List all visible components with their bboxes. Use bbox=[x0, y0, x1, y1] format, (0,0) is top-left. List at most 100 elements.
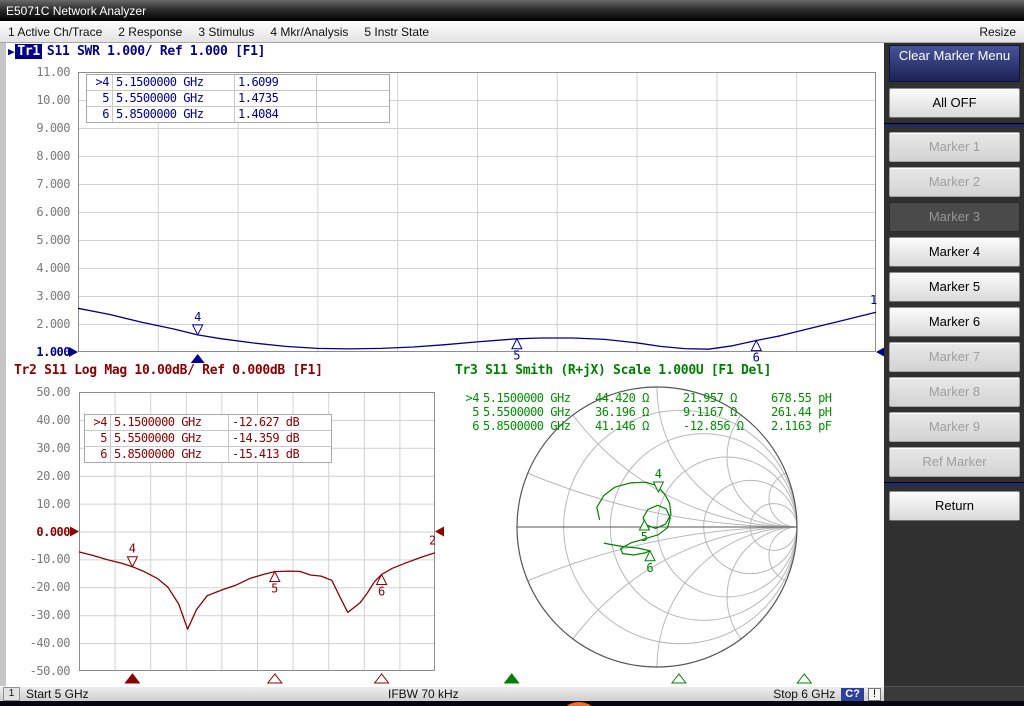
alert-indicator[interactable]: ! bbox=[868, 688, 881, 701]
trace-number-label: 1 bbox=[870, 293, 877, 307]
softkey-marker-5[interactable]: Marker 5 bbox=[889, 272, 1020, 302]
softkey-ref-marker: Ref Marker bbox=[889, 447, 1020, 477]
y-axis-label: 40.00 bbox=[0, 412, 70, 428]
marker-table-cell: -12.627 dB bbox=[229, 415, 331, 430]
y-axis-label: -40.00 bbox=[0, 635, 70, 651]
marker-5-label: 5 bbox=[641, 530, 648, 544]
marker-table-cell: 36.196 Ω bbox=[593, 405, 681, 419]
marker-table-cell: >4 bbox=[455, 391, 481, 405]
y-axis-label: 11.00 bbox=[0, 64, 70, 80]
softkey-return[interactable]: Return bbox=[889, 491, 1020, 521]
softkey-all-off[interactable]: All OFF bbox=[889, 88, 1020, 118]
marker-table-row: >45.1500000 GHz-12.627 dB bbox=[85, 415, 331, 431]
marker-table-cell: -12.856 Ω bbox=[681, 419, 769, 433]
marker-table-row: 65.8500000 GHz41.146 Ω-12.856 Ω2.1163 pF bbox=[455, 419, 873, 433]
softkey-marker-6[interactable]: Marker 6 bbox=[889, 307, 1020, 337]
softkey-separator bbox=[884, 123, 1024, 127]
marker-5-label: 5 bbox=[271, 582, 278, 596]
marker-table-cell: 5.1500000 GHz bbox=[481, 391, 593, 405]
y-axis-label: 9.000 bbox=[0, 120, 70, 136]
y-axis-label: 20.00 bbox=[0, 468, 70, 484]
marker-table-cell: 21.957 Ω bbox=[681, 391, 769, 405]
y-axis-label: 3.000 bbox=[0, 288, 70, 304]
tr1-header-text: S11 SWR 1.000/ Ref 1.000 [F1] bbox=[47, 44, 265, 59]
softkey-buttons: All OFFMarker 1Marker 2Marker 3Marker 4M… bbox=[884, 88, 1024, 521]
ifbw-label: IFBW 70 kHz bbox=[388, 687, 459, 701]
y-axis-label: 0.000 bbox=[0, 524, 70, 540]
correction-badge: C? bbox=[841, 688, 864, 701]
menu-item-1[interactable]: 1 Active Ch/Trace bbox=[8, 25, 102, 39]
ref-level-arrow-right bbox=[435, 527, 444, 537]
menu-item-4[interactable]: 4 Mkr/Analysis bbox=[270, 25, 348, 39]
softkey-menu-title: Clear Marker Menu bbox=[889, 45, 1020, 82]
marker-table-cell bbox=[317, 75, 389, 90]
marker-6-glyph[interactable] bbox=[751, 341, 761, 351]
marker-table-cell: 41.146 Ω bbox=[593, 419, 681, 433]
marker-table-row: 55.5500000 GHz1.4735 bbox=[87, 91, 389, 107]
bottom-edge-strip bbox=[0, 701, 1024, 706]
y-axis-label: 6.000 bbox=[0, 204, 70, 220]
marker-table-row: 65.8500000 GHz-15.413 dB bbox=[85, 447, 331, 462]
marker-6-glyph[interactable] bbox=[377, 575, 387, 585]
marker-table-cell: 5.1500000 GHz bbox=[113, 75, 235, 90]
marker-table-cell: >4 bbox=[85, 415, 111, 430]
marker-5-glyph[interactable] bbox=[512, 339, 522, 349]
marker-table-cell bbox=[317, 107, 389, 122]
tr2-marker-table: >45.1500000 GHz-12.627 dB55.5500000 GHz-… bbox=[84, 414, 332, 463]
marker-table-cell: 5 bbox=[455, 405, 481, 419]
marker-table-cell: 5.8500000 GHz bbox=[111, 447, 229, 462]
y-axis-label: 1.000 bbox=[0, 344, 70, 360]
tr2-header: Tr2 S11 Log Mag 10.00dB/ Ref 0.000dB [F1… bbox=[14, 363, 323, 379]
marker-table-cell: 5.5500000 GHz bbox=[481, 405, 593, 419]
menu-item-5[interactable]: 5 Instr State bbox=[364, 25, 429, 39]
y-axis-label: 30.00 bbox=[0, 440, 70, 456]
softkey-marker-4[interactable]: Marker 4 bbox=[889, 237, 1020, 267]
marker-table-row: 55.5500000 GHz-14.359 dB bbox=[85, 431, 331, 447]
taskbar-icon-peek bbox=[558, 702, 600, 706]
y-axis-label: -30.00 bbox=[0, 607, 70, 623]
menu-items: 1 Active Ch/Trace 2 Response 3 Stimulus 4 M… bbox=[0, 25, 429, 39]
menu-item-2[interactable]: 2 Response bbox=[118, 25, 182, 39]
marker-table-cell bbox=[317, 91, 389, 106]
tr1-marker-table: >45.1500000 GHz1.609955.5500000 GHz1.473… bbox=[86, 74, 390, 123]
ref-level-arrow-left bbox=[70, 527, 79, 537]
y-axis-label: 2.000 bbox=[0, 316, 70, 332]
y-axis-label: -10.00 bbox=[0, 551, 70, 567]
tr2-marker-6-stimulus bbox=[375, 674, 389, 683]
tr3-marker-table: >45.1500000 GHz44.420 Ω21.957 Ω678.55 pH… bbox=[455, 391, 873, 433]
marker-4-stimulus-indicator bbox=[191, 354, 205, 363]
trace-number-label: 2 bbox=[429, 534, 436, 548]
marker-4-label: 4 bbox=[655, 467, 662, 481]
marker-table-row: 55.5500000 GHz36.196 Ω9.1167 Ω261.44 pH bbox=[455, 405, 873, 419]
marker-table-cell: 44.420 Ω bbox=[593, 391, 681, 405]
menu-item-3[interactable]: 3 Stimulus bbox=[198, 25, 254, 39]
y-axis-label: 10.00 bbox=[0, 92, 70, 108]
marker-table-cell: 1.6099 bbox=[235, 75, 317, 90]
marker-table-cell: 5 bbox=[87, 91, 113, 106]
marker-table-cell: -14.359 dB bbox=[229, 431, 331, 446]
titlebar[interactable]: E5071C Network Analyzer bbox=[0, 0, 1024, 21]
app-window: E5071C Network Analyzer 1 Active Ch/Trac… bbox=[0, 0, 1024, 706]
tr3-marker-stimulus bbox=[672, 674, 686, 683]
stop-frequency: Stop 6 GHz bbox=[773, 687, 835, 701]
start-frequency: Start 5 GHz bbox=[26, 687, 89, 701]
marker-table-cell: 5.8500000 GHz bbox=[481, 419, 593, 433]
y-axis-label: 50.00 bbox=[0, 384, 70, 400]
softkey-marker-3[interactable]: Marker 3 bbox=[889, 202, 1020, 232]
marker-table-cell: 6 bbox=[87, 107, 113, 122]
softkey-panel: Clear Marker Menu All OFFMarker 1Marker … bbox=[884, 43, 1024, 686]
marker-table-cell: 261.44 pH bbox=[769, 405, 873, 419]
marker-table-cell: 5.5500000 GHz bbox=[111, 431, 229, 446]
tr2-marker-5-stimulus bbox=[268, 674, 282, 683]
y-axis-label: -20.00 bbox=[0, 579, 70, 595]
marker-4-label: 4 bbox=[194, 310, 201, 324]
marker-table-row: >45.1500000 GHz1.6099 bbox=[87, 75, 389, 91]
softkey-marker-9: Marker 9 bbox=[889, 412, 1020, 442]
softkey-marker-8: Marker 8 bbox=[889, 377, 1020, 407]
window-title: E5071C Network Analyzer bbox=[6, 4, 146, 18]
menu-resize[interactable]: Resize bbox=[979, 25, 1016, 39]
softkey-separator bbox=[884, 482, 1024, 486]
marker-table-cell: 9.1167 Ω bbox=[681, 405, 769, 419]
tr1-header: ▶Tr1S11 SWR 1.000/ Ref 1.000 [F1] bbox=[8, 44, 265, 60]
channel-indicator: 1 bbox=[3, 687, 20, 701]
